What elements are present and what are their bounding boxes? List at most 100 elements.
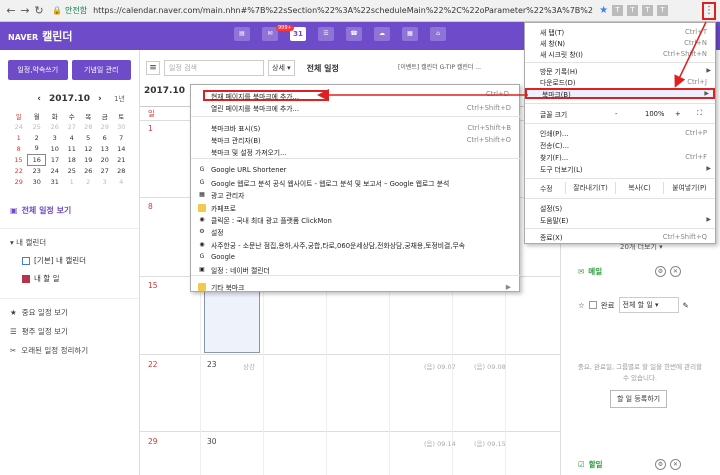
- cloud-app-icon[interactable]: ☁: [374, 27, 390, 41]
- mini-day[interactable]: 13: [96, 143, 113, 154]
- mini-day[interactable]: 3: [96, 176, 113, 187]
- bookmark-item[interactable]: ◉ 사주한궁 - 소문난 점집,용하,사주,궁합,타로,060운세상담,전화상담,…: [191, 239, 521, 250]
- mini-day[interactable]: 30: [113, 121, 130, 132]
- menu-find[interactable]: 찾기(F)... Ctrl+F: [525, 151, 715, 162]
- fullscreen-icon[interactable]: ⛶: [697, 109, 702, 118]
- paste-button[interactable]: 붙여넣기(P): [663, 182, 715, 194]
- extension-icon[interactable]: T: [627, 5, 639, 16]
- year-link[interactable]: 1년: [114, 94, 125, 104]
- menu-help[interactable]: 도움말(E) ▶: [525, 214, 715, 225]
- extension-icon[interactable]: T: [642, 5, 654, 16]
- menu-settings[interactable]: 설정(S): [525, 202, 715, 213]
- date-cell[interactable]: 23: [207, 360, 217, 369]
- bookmark-item[interactable]: ◉ 클릭몬 : 국내 최대 광고 플랫폼 ClickMon: [191, 214, 521, 225]
- mini-day[interactable]: 27: [63, 121, 80, 132]
- menu-new-window[interactable]: 새 창(N) Ctrl+N: [525, 37, 715, 48]
- mini-day[interactable]: 1: [63, 176, 80, 187]
- forward-icon[interactable]: →: [18, 4, 32, 18]
- menu-bookmarks[interactable]: 북마크(B) ▶: [525, 88, 715, 99]
- important-schedule-link[interactable]: ★ 중요 일정 보기: [10, 307, 139, 318]
- mini-day[interactable]: 26: [80, 165, 97, 176]
- phone-app-icon[interactable]: ☎: [346, 27, 362, 41]
- all-schedule-link[interactable]: ▣ 전체 일정 보기: [10, 205, 129, 216]
- mini-day[interactable]: 29: [10, 176, 27, 187]
- mini-day[interactable]: 29: [96, 121, 113, 132]
- close-icon[interactable]: ✕: [670, 459, 681, 470]
- mini-day[interactable]: 4: [63, 132, 80, 143]
- mini-day[interactable]: 23: [27, 165, 45, 176]
- copy-button[interactable]: 복사(C): [615, 182, 663, 194]
- mini-day[interactable]: 25: [63, 165, 80, 176]
- mini-day[interactable]: 2: [27, 132, 45, 143]
- secure-indicator[interactable]: 🔒 안전함: [52, 5, 87, 16]
- write-schedule-button[interactable]: 일정,약속쓰기: [8, 60, 68, 80]
- menu-print[interactable]: 인쇄(P)... Ctrl+P: [525, 127, 715, 138]
- weekly-schedule-link[interactable]: ☰ 평주 일정 보기: [10, 326, 139, 337]
- date-cell[interactable]: 1: [148, 124, 153, 133]
- date-cell[interactable]: 8: [148, 202, 153, 211]
- date-cell[interactable]: 15: [148, 281, 158, 290]
- naver-logo[interactable]: NAVER 캘린더: [8, 28, 73, 44]
- mini-day[interactable]: 11: [63, 143, 80, 154]
- bookmark-item[interactable]: 카페프로: [191, 202, 521, 213]
- mini-next-icon[interactable]: ›: [98, 94, 102, 104]
- menu-cast[interactable]: 전송(C)...: [525, 139, 715, 150]
- mini-day[interactable]: 5: [80, 132, 97, 143]
- settings-icon[interactable]: ⚙: [655, 459, 666, 470]
- checkbox-icon[interactable]: [588, 301, 597, 309]
- date-cell[interactable]: 22: [148, 360, 158, 369]
- mini-day[interactable]: 30: [27, 176, 45, 187]
- date-cell[interactable]: 29: [148, 437, 158, 446]
- bookmark-item[interactable]: 북마크 및 설정 가져오기...: [191, 146, 521, 157]
- search-detail-select[interactable]: 상세 ▾: [268, 60, 295, 76]
- bookmark-item[interactable]: G Google URL Shortener: [191, 164, 521, 175]
- zoom-plus-button[interactable]: +: [675, 110, 681, 118]
- menu-downloads[interactable]: 다운로드(D) Ctrl+J: [525, 76, 715, 87]
- kebab-icon[interactable]: ⋮: [702, 2, 716, 20]
- mini-day[interactable]: 2: [80, 176, 97, 187]
- mini-day[interactable]: 7: [113, 132, 130, 143]
- cleanup-schedule-link[interactable]: ✂ 오래된 일정 정리하기: [10, 345, 139, 356]
- mini-day[interactable]: 25: [27, 121, 45, 132]
- mini-day[interactable]: 19: [80, 154, 97, 165]
- bookmark-item[interactable]: ▣ 일정 : 네이버 캘린더: [191, 264, 521, 275]
- checkbox-icon[interactable]: [22, 274, 30, 283]
- calendar-todo[interactable]: 내 할 일: [22, 273, 139, 284]
- mini-day[interactable]: 18: [63, 154, 80, 165]
- mini-day[interactable]: 28: [80, 121, 97, 132]
- home-app-icon[interactable]: ⌂: [430, 27, 446, 41]
- my-calendar-title[interactable]: ▾ 내 캘린더: [10, 237, 129, 248]
- mini-day[interactable]: 24: [10, 121, 27, 132]
- bookmark-item[interactable]: 북마크바 표시(S) Ctrl+Shift+B: [191, 122, 521, 133]
- bookmark-star-icon[interactable]: ★: [599, 5, 608, 16]
- calendar-default[interactable]: [기본] 내 캘린더: [22, 255, 139, 266]
- mini-day[interactable]: 9: [27, 143, 45, 154]
- mini-day[interactable]: 27: [96, 165, 113, 176]
- office-app-icon[interactable]: ▦: [402, 27, 418, 41]
- bookmark-item[interactable]: G Google 웹로그 분석 공식 웹사이트 - 웹로그 분석 및 보고서 – …: [191, 177, 521, 188]
- event-banner[interactable]: [이벤트] 캘린더 G-TIP 캘린더 ...: [398, 62, 481, 71]
- bookmark-item[interactable]: 기타 북마크 ▶: [191, 281, 521, 292]
- search-input[interactable]: 일정 검색: [164, 60, 264, 76]
- mini-day[interactable]: 3: [46, 132, 63, 143]
- mail-section[interactable]: ✉ 메일: [578, 266, 602, 277]
- bookmark-item[interactable]: 열린 페이지를 북마크에 추가... Ctrl+Shift+D: [191, 102, 521, 113]
- bookmark-item[interactable]: G Google: [191, 251, 521, 262]
- mini-day[interactable]: 6: [96, 132, 113, 143]
- date-cell[interactable]: 30: [207, 437, 217, 446]
- memo-app-icon[interactable]: ▤: [234, 27, 250, 41]
- mini-day[interactable]: 24: [46, 165, 63, 176]
- mini-day[interactable]: 21: [113, 154, 130, 165]
- mini-day[interactable]: 16: [26, 153, 47, 166]
- menu-more-tools[interactable]: 도구 더보기(L) ▶: [525, 163, 715, 174]
- cut-button[interactable]: 잘라내기(T): [565, 182, 615, 194]
- back-icon[interactable]: ←: [4, 4, 18, 18]
- mini-prev-icon[interactable]: ‹: [37, 94, 41, 104]
- bookmark-item[interactable]: ⚙ 설정: [191, 226, 521, 237]
- mini-day[interactable]: 4: [113, 176, 130, 187]
- todo-filter-select[interactable]: 전체 할 일 ▾: [618, 297, 679, 313]
- settings-icon[interactable]: ⚙: [655, 266, 666, 277]
- close-icon[interactable]: ✕: [670, 266, 681, 277]
- mini-day[interactable]: 22: [10, 165, 27, 176]
- bookmark-item[interactable]: 현재 페이지를 북마크에 추가...: [203, 90, 329, 101]
